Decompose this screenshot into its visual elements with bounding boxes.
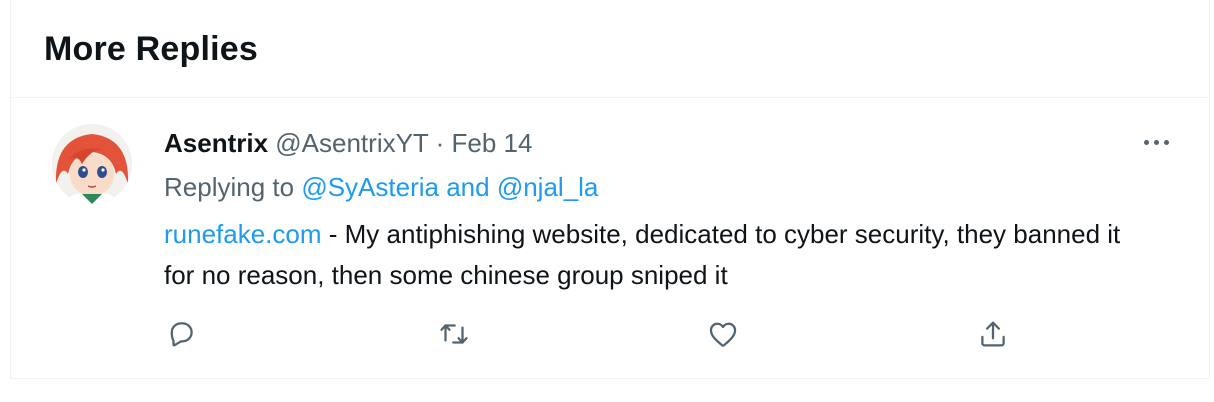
tweet-link[interactable]: runefake.com <box>164 219 322 249</box>
like-button[interactable] <box>705 316 741 352</box>
section-divider <box>11 97 1208 98</box>
avatar-image <box>52 124 132 204</box>
heart-icon <box>709 322 737 347</box>
date-separator: · <box>435 128 445 158</box>
share-button[interactable] <box>975 316 1011 352</box>
replying-prefix: Replying to <box>164 172 295 202</box>
tweet-text: runefake.com - My antiphishing website, … <box>164 214 1154 296</box>
share-icon <box>981 321 1005 347</box>
retweet-button[interactable] <box>436 316 472 352</box>
replying-to: Replying to @SyAsteria and @njal_la <box>164 171 598 203</box>
bottom-divider <box>10 378 1209 379</box>
author-handle[interactable]: @AsentrixYT <box>275 128 428 158</box>
reply-button[interactable] <box>163 316 199 352</box>
mention-njal-la[interactable]: @njal_la <box>497 172 599 202</box>
mention-syasteria[interactable]: @SyAsteria <box>301 172 439 202</box>
avatar[interactable] <box>52 124 132 204</box>
tweet-date[interactable]: Feb 14 <box>452 128 533 158</box>
reply-icon <box>170 322 193 347</box>
retweet-icon <box>440 324 468 344</box>
tweet-header: Asentrix @AsentrixYT · Feb 14 <box>164 127 532 159</box>
more-horizontal-icon[interactable] <box>1136 130 1176 154</box>
section-title: More Replies <box>44 30 259 68</box>
replying-and: and <box>446 172 490 202</box>
author-name[interactable]: Asentrix <box>164 128 268 158</box>
